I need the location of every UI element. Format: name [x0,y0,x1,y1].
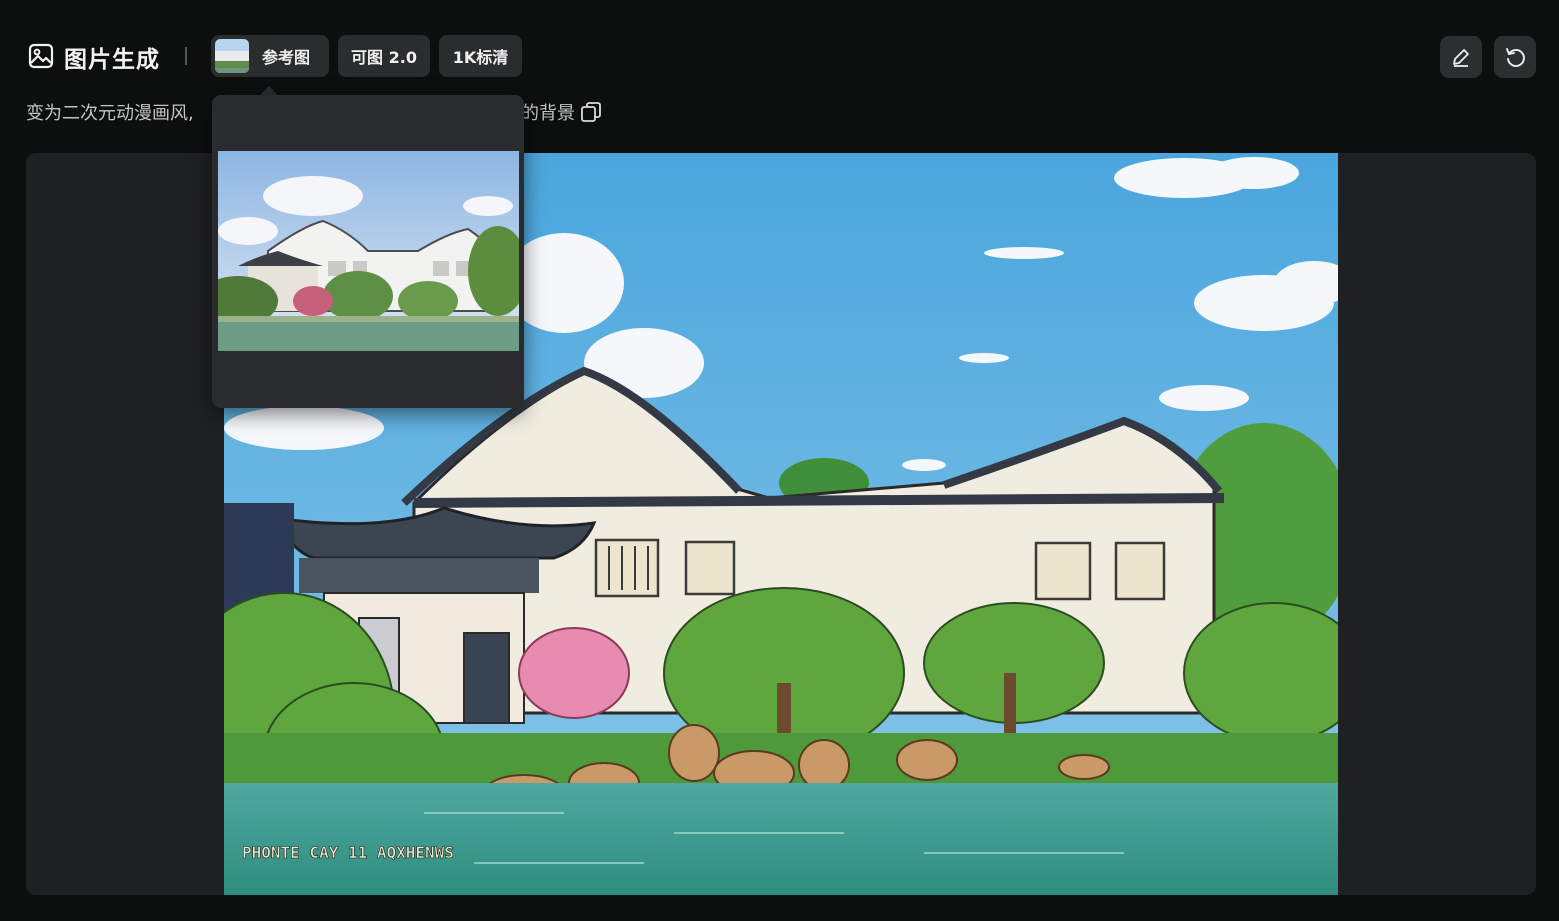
reference-image [218,151,519,351]
reference-image-popover [212,95,524,408]
prompt-text-end: 的背景 [521,103,575,124]
reference-image-chip[interactable]: 参考图 [211,35,329,77]
watermark-text: PHONTE CAY 11 AQXHENWS [242,843,454,862]
header-divider [185,47,187,65]
image-icon [28,43,54,69]
resolution-chip-label: 1K标清 [452,48,509,67]
undo-icon [1506,48,1525,67]
copy-icon[interactable] [580,101,602,123]
undo-button[interactable] [1494,36,1536,78]
page-title: 图片生成 [64,47,160,73]
reference-chip-label: 参考图 [262,48,311,67]
pencil-icon [1453,49,1469,67]
resolution-selector[interactable]: 1K标清 [439,35,522,77]
reference-thumbnail [215,39,249,73]
prompt-text-start: 变为二次元动漫画风, [26,103,194,124]
model-chip-label: 可图 2.0 [351,48,417,67]
edit-button[interactable] [1440,36,1482,78]
model-selector[interactable]: 可图 2.0 [338,35,430,77]
